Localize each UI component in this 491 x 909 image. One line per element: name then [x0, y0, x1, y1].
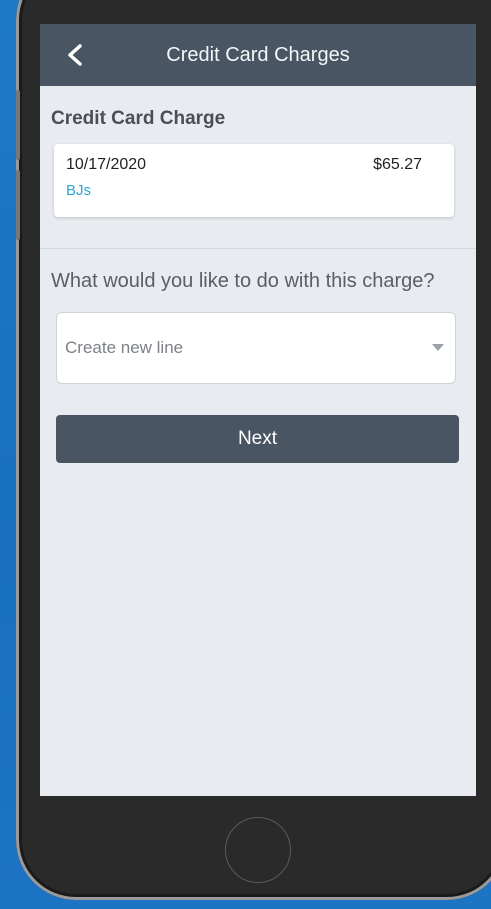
- page-title: Credit Card Charges: [166, 44, 350, 66]
- charge-amount: $65.27: [373, 156, 422, 173]
- charge-merchant: BJs: [66, 182, 92, 199]
- app-header: Credit Card Charges: [40, 24, 476, 86]
- next-button[interactable]: Next: [56, 415, 459, 463]
- phone-side-button: [16, 170, 20, 240]
- action-select[interactable]: Create new line: [56, 312, 456, 384]
- caret-down-icon: [432, 344, 444, 351]
- charge-card: 10/17/2020 $65.27 BJs: [54, 144, 454, 217]
- action-question: What would you like to do with this char…: [51, 270, 435, 292]
- charge-date: 10/17/2020: [66, 156, 147, 173]
- select-value: Create new line: [65, 338, 184, 357]
- app-screen: Credit Card Charges Credit Card Charge 1…: [40, 24, 476, 796]
- home-button[interactable]: [225, 817, 291, 883]
- phone-side-button: [16, 90, 20, 160]
- section-title: Credit Card Charge: [51, 108, 226, 129]
- divider: [40, 248, 476, 249]
